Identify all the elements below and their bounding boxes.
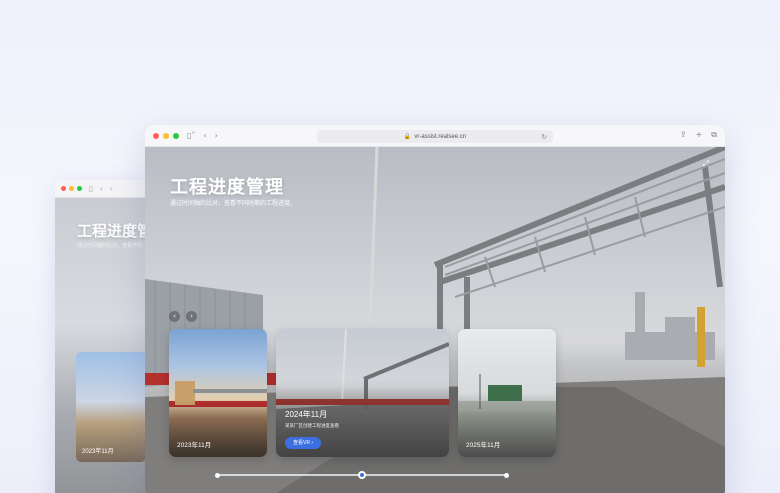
back-page-title: 工程进度管 (77, 223, 153, 240)
close-window-button[interactable] (153, 132, 159, 139)
forward-icon[interactable]: › (215, 131, 218, 140)
url-text: vr-assist.realsee.cn (414, 133, 467, 140)
reload-icon[interactable]: ↻ (541, 133, 547, 141)
sidebar-icon[interactable]: ▯˅ (187, 131, 195, 140)
timeline-card-2024[interactable]: 2024年11月 某某厂区创建工程进度查看 查看VR › (276, 329, 449, 457)
maximize-window-button[interactable] (173, 132, 179, 139)
maximize-window-button[interactable] (77, 186, 82, 191)
back-icon[interactable]: ‹ (100, 185, 103, 193)
page-subtitle: 通过时间轴的比对，查看不同时期的工程进度。 (170, 201, 297, 207)
address-bar[interactable]: 🔒 vr-assist.realsee.cn ↻ (317, 130, 553, 143)
share-icon[interactable]: ⇪ (680, 130, 687, 140)
timeline-card-2025[interactable]: 2025年11月 (458, 329, 556, 457)
close-window-button[interactable] (61, 186, 66, 191)
page-title: 工程进度管理 (170, 177, 284, 197)
vr-share-icon[interactable]: ⤢ (703, 159, 709, 169)
minimize-window-button[interactable] (69, 186, 74, 191)
forward-icon[interactable]: › (110, 185, 113, 193)
back-icon[interactable]: ‹ (203, 131, 206, 140)
timeline-point-2025[interactable] (504, 472, 509, 478)
back-timeline-card[interactable]: 2023年11月 (76, 352, 146, 462)
card-date-label: 2024年11月 (285, 410, 328, 419)
card-description: 某某厂区创建工程进度查看 (285, 423, 339, 428)
back-card-label: 2023年11月 (82, 449, 114, 455)
lock-icon: 🔒 (403, 134, 412, 140)
vr-scene[interactable]: 工程进度管理 通过时间轴的比对，查看不同时期的工程进度。 ⤢ ‹ › 2023年… (145, 147, 725, 493)
new-tab-icon[interactable]: + (696, 130, 703, 140)
prev-button[interactable]: ‹ (169, 311, 180, 322)
timeline-card-2023[interactable]: 2023年11月 (169, 329, 267, 457)
tabs-icon[interactable]: ⧉ (711, 130, 717, 140)
view-vr-button[interactable]: 查看VR › (285, 437, 321, 449)
timeline-point-2024[interactable] (358, 471, 366, 479)
next-button[interactable]: › (186, 311, 197, 322)
sidebar-icon[interactable]: ▯ (89, 185, 93, 193)
back-page-subtitle: 通过时间轴的比对，查看不同 (77, 243, 143, 249)
browser-toolbar: ▯˅ ‹ › 🔒 vr-assist.realsee.cn ↻ ⇪ + ⧉ (145, 125, 725, 147)
minimize-window-button[interactable] (163, 132, 169, 139)
card-date-label: 2025年11月 (466, 442, 501, 449)
timeline-slider[interactable] (215, 471, 509, 479)
timeline-point-2023[interactable] (215, 472, 220, 478)
card-date-label: 2023年11月 (177, 442, 212, 449)
front-browser-window: ▯˅ ‹ › 🔒 vr-assist.realsee.cn ↻ ⇪ + ⧉ 工程… (145, 125, 725, 493)
